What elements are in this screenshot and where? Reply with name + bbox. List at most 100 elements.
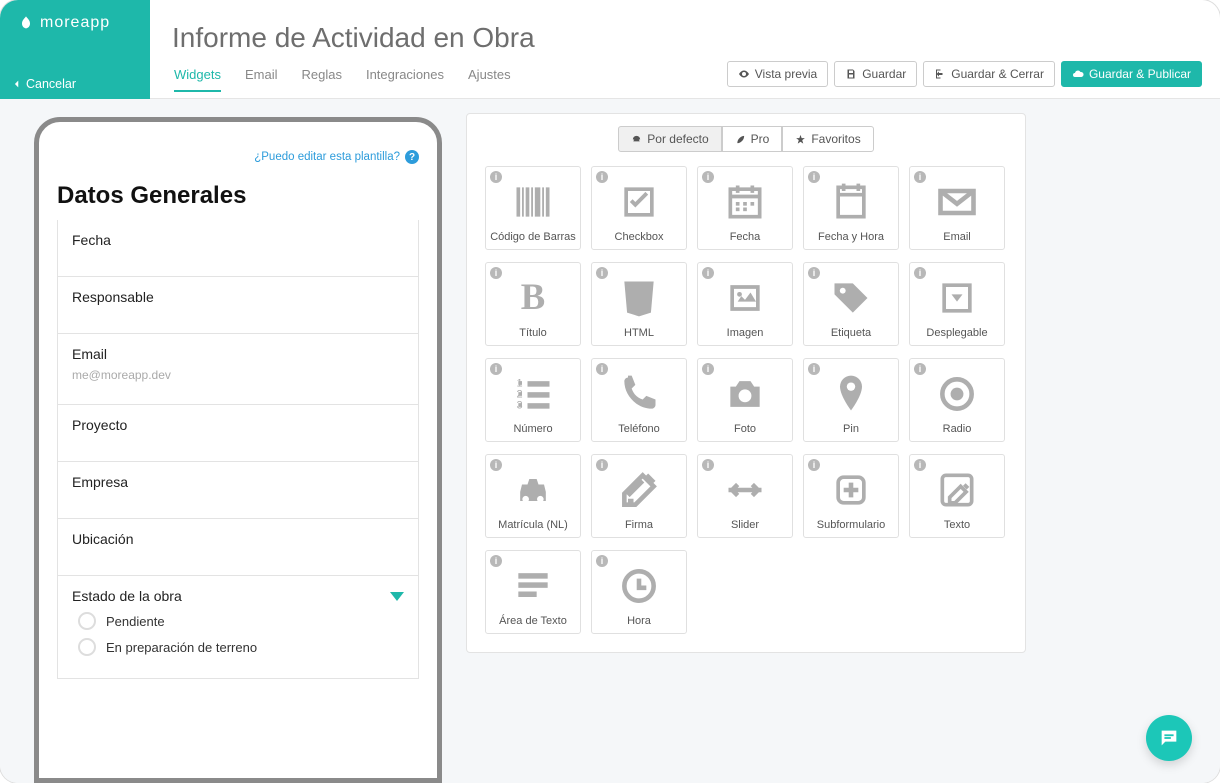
widget-photo[interactable]: iFoto [697,358,793,442]
field-email[interactable]: Emailme@moreapp.dev [57,334,419,405]
info-icon[interactable]: i [702,171,714,183]
svg-text:B: B [521,276,545,317]
tab-rules[interactable]: Reglas [301,67,341,92]
widget-checkbox[interactable]: iCheckbox [591,166,687,250]
widget-tab-default[interactable]: Por defecto [618,126,721,152]
widget-number[interactable]: i123Número [485,358,581,442]
widget-title[interactable]: i B Título [485,262,581,346]
widget-barcode[interactable]: iCódigo de Barras [485,166,581,250]
info-icon[interactable]: i [596,555,608,567]
widget-text[interactable]: i Texto [909,454,1005,538]
widget-tab-favorites[interactable]: Favoritos [782,126,873,152]
field-estado[interactable]: Estado de la obra Pendiente En preparaci… [57,576,419,679]
widget-html[interactable]: i HTML [591,262,687,346]
field-proyecto[interactable]: Proyecto [57,405,419,462]
widget-label: Slider [731,519,759,531]
info-icon[interactable]: i [808,363,820,375]
widget-label[interactable]: iEtiqueta [803,262,899,346]
info-icon[interactable]: i [596,459,608,471]
widget-email[interactable]: iEmail [909,166,1005,250]
widget-label: Área de Texto [499,615,567,627]
title-icon: B [511,269,555,327]
widget-label: Fecha [730,231,761,243]
widget-datetime[interactable]: i Fecha y Hora [803,166,899,250]
info-icon[interactable]: i [490,459,502,471]
save-close-button[interactable]: Guardar & Cerrar [923,61,1055,87]
phone-icon [617,365,661,423]
info-icon[interactable]: i [808,459,820,471]
textarea-icon [511,557,555,615]
widget-label: Fecha y Hora [818,231,884,243]
info-icon[interactable]: i [702,459,714,471]
preview-button[interactable]: Vista previa [727,61,828,87]
widget-label: Imagen [727,327,764,339]
widget-signature[interactable]: i Firma [591,454,687,538]
info-icon[interactable]: i [914,459,926,471]
tab-widgets[interactable]: Widgets [174,67,221,92]
slider-icon [723,461,767,519]
widget-tab-pro[interactable]: Pro [722,126,783,152]
email-icon [935,173,979,231]
chat-fab[interactable] [1146,715,1192,761]
field-fecha[interactable]: Fecha [57,220,419,277]
widget-slider[interactable]: i Slider [697,454,793,538]
widget-date[interactable]: i Fecha [697,166,793,250]
info-icon[interactable]: i [702,363,714,375]
info-icon[interactable]: i [702,267,714,279]
exit-icon [934,68,946,80]
photo-icon [723,365,767,423]
field-responsable[interactable]: Responsable [57,277,419,334]
device-preview: ¿Puedo editar esta plantilla? ? Datos Ge… [34,117,442,783]
radio-icon [78,612,96,630]
widget-panel: Por defecto Pro Favoritos iCódigo de Bar… [466,113,1026,653]
info-icon[interactable]: i [914,267,926,279]
info-icon[interactable]: i [914,171,926,183]
help-link[interactable]: ¿Puedo editar esta plantilla? ? [57,150,419,164]
info-icon[interactable]: i [808,267,820,279]
info-icon[interactable]: i [914,363,926,375]
leaf-icon [735,134,746,145]
widget-image[interactable]: i Imagen [697,262,793,346]
info-icon[interactable]: i [596,363,608,375]
widget-label: HTML [624,327,654,339]
widget-time[interactable]: i Hora [591,550,687,634]
save-button[interactable]: Guardar [834,61,917,87]
widget-textarea[interactable]: i Área de Texto [485,550,581,634]
info-icon[interactable]: i [490,267,502,279]
save-publish-button[interactable]: Guardar & Publicar [1061,61,1202,87]
widget-label: Texto [944,519,970,531]
widget-plate[interactable]: iMatrícula (NL) [485,454,581,538]
help-icon: ? [405,150,419,164]
info-icon[interactable]: i [490,363,502,375]
plate-icon [511,461,555,519]
cancel-button[interactable]: Cancelar [12,77,76,91]
signature-icon [617,461,661,519]
field-ubicacion[interactable]: Ubicación [57,519,419,576]
widget-label: Firma [625,519,653,531]
info-icon[interactable]: i [596,171,608,183]
widget-phone[interactable]: iTeléfono [591,358,687,442]
widget-subform[interactable]: iSubformulario [803,454,899,538]
widget-label: Número [513,423,552,435]
chevron-down-icon [390,592,404,601]
tab-email[interactable]: Email [245,67,278,92]
save-icon [845,68,857,80]
widget-pin[interactable]: iPin [803,358,899,442]
tab-settings[interactable]: Ajustes [468,67,511,92]
radio-option-preparacion[interactable]: En preparación de terreno [72,630,404,656]
field-empresa[interactable]: Empresa [57,462,419,519]
info-icon[interactable]: i [808,171,820,183]
info-icon[interactable]: i [490,555,502,567]
info-icon[interactable]: i [490,171,502,183]
tab-integrations[interactable]: Integraciones [366,67,444,92]
html-icon [617,269,661,327]
widget-label: Hora [627,615,651,627]
info-icon[interactable]: i [596,267,608,279]
widget-dropdown[interactable]: iDesplegable [909,262,1005,346]
widget-label: Título [519,327,547,339]
widget-radio[interactable]: iRadio [909,358,1005,442]
checkbox-icon [617,173,661,231]
image-icon [723,269,767,327]
cloud-icon [1072,68,1084,80]
radio-option-pendiente[interactable]: Pendiente [72,604,404,630]
